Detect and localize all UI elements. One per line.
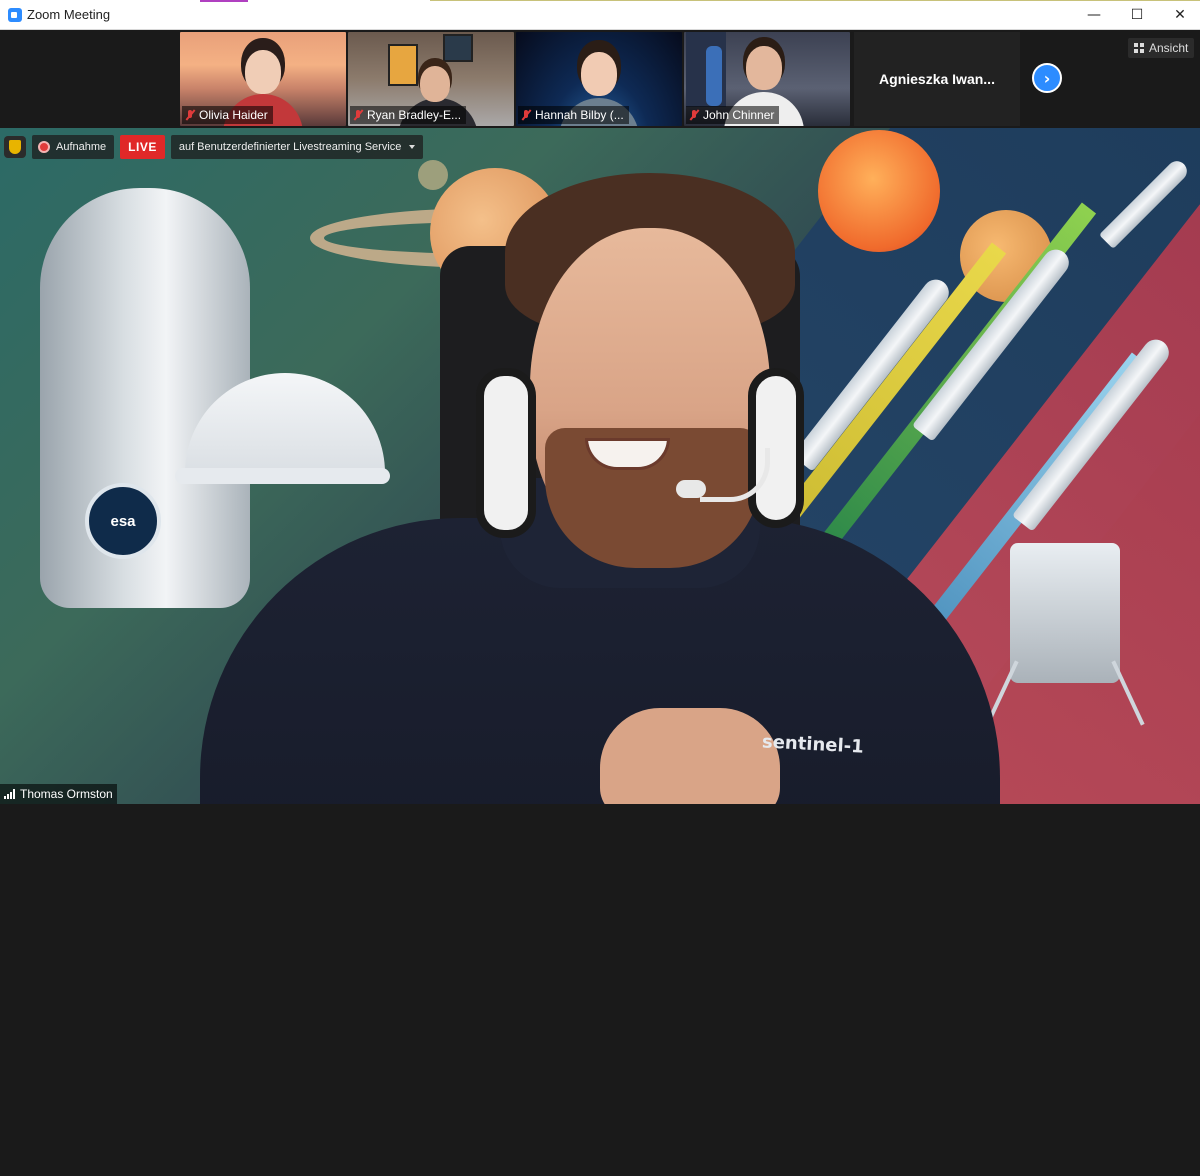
active-speaker-video: esa sentinel-1 Aufnahme LIVE auf Benutze… bbox=[0, 128, 1200, 804]
security-button[interactable] bbox=[4, 136, 26, 158]
view-button-label: Ansicht bbox=[1149, 41, 1189, 55]
participant-face bbox=[581, 52, 617, 96]
speaker-name-label: Thomas Ormston bbox=[0, 784, 117, 804]
participant-face bbox=[420, 66, 450, 102]
headset-earcup bbox=[476, 368, 536, 538]
participant-name: Agnieszka Iwan... bbox=[879, 71, 995, 87]
microphone-muted-icon bbox=[352, 109, 364, 121]
security-shield-icon bbox=[9, 140, 21, 154]
background-lander bbox=[1010, 543, 1120, 683]
microphone-muted-icon bbox=[520, 109, 532, 121]
minimize-button[interactable]: — bbox=[1072, 0, 1116, 30]
background-planet bbox=[418, 160, 448, 190]
chevron-down-icon bbox=[409, 145, 416, 149]
chevron-right-icon: › bbox=[1043, 68, 1051, 88]
zoom-app-icon bbox=[8, 8, 22, 22]
window-title: Zoom Meeting bbox=[27, 7, 111, 22]
headset-microphone bbox=[676, 480, 706, 498]
signal-strength-icon bbox=[4, 789, 16, 799]
recording-indicator[interactable]: Aufnahme bbox=[32, 135, 115, 159]
background-hard-hat-brim bbox=[175, 468, 390, 484]
empty-meeting-area bbox=[0, 804, 1200, 1176]
participant-strip: Olivia Haider Ryan Bradley-E... Hannah B… bbox=[0, 30, 1200, 128]
participant-name-label: Hannah Bilby (... bbox=[518, 106, 629, 124]
participant-name: John Chinner bbox=[703, 108, 775, 122]
wall-poster bbox=[443, 34, 473, 62]
recording-dot-icon bbox=[38, 141, 50, 153]
close-button[interactable]: ✕ bbox=[1158, 0, 1200, 30]
participant-tile-name-only[interactable]: Agnieszka Iwan... bbox=[854, 32, 1020, 126]
titlebar-accent bbox=[200, 0, 248, 2]
view-button[interactable]: Ansicht bbox=[1128, 38, 1195, 58]
microphone-muted-icon bbox=[184, 109, 196, 121]
participant-name-label: Ryan Bradley-E... bbox=[350, 106, 467, 124]
livestream-label: auf Benutzerdefinierter Livestreaming Se… bbox=[178, 141, 402, 153]
grid-view-icon bbox=[1134, 43, 1144, 53]
participant-tile[interactable]: John Chinner bbox=[684, 32, 850, 126]
speaker-name: Thomas Ormston bbox=[20, 787, 113, 801]
recording-label: Aufnahme bbox=[56, 141, 107, 153]
speaker-hand bbox=[600, 708, 780, 804]
maximize-button[interactable]: ☐ bbox=[1115, 0, 1159, 30]
livestream-dropdown[interactable]: auf Benutzerdefinierter Livestreaming Se… bbox=[170, 135, 424, 159]
poster-figure bbox=[706, 46, 722, 106]
esa-badge: esa bbox=[85, 483, 161, 559]
participant-tile[interactable]: Ryan Bradley-E... bbox=[348, 32, 514, 126]
participant-name: Hannah Bilby (... bbox=[535, 108, 624, 122]
recording-status-bar: Aufnahme LIVE auf Benutzerdefinierter Li… bbox=[4, 134, 424, 160]
participant-tile[interactable]: Hannah Bilby (... bbox=[516, 32, 682, 126]
participant-name-label: John Chinner bbox=[686, 106, 780, 124]
participant-face bbox=[746, 46, 782, 90]
participant-tile[interactable]: Olivia Haider bbox=[180, 32, 346, 126]
participant-face bbox=[245, 50, 281, 94]
window-titlebar: Zoom Meeting — ☐ ✕ bbox=[0, 0, 1200, 30]
live-badge: LIVE bbox=[120, 135, 165, 159]
microphone-muted-icon bbox=[688, 109, 700, 121]
wall-poster bbox=[388, 44, 418, 86]
participant-name: Ryan Bradley-E... bbox=[367, 108, 462, 122]
background-planet bbox=[818, 130, 940, 252]
participant-name-label: Olivia Haider bbox=[182, 106, 273, 124]
next-page-button[interactable]: › bbox=[1032, 63, 1062, 93]
participant-name: Olivia Haider bbox=[199, 108, 268, 122]
